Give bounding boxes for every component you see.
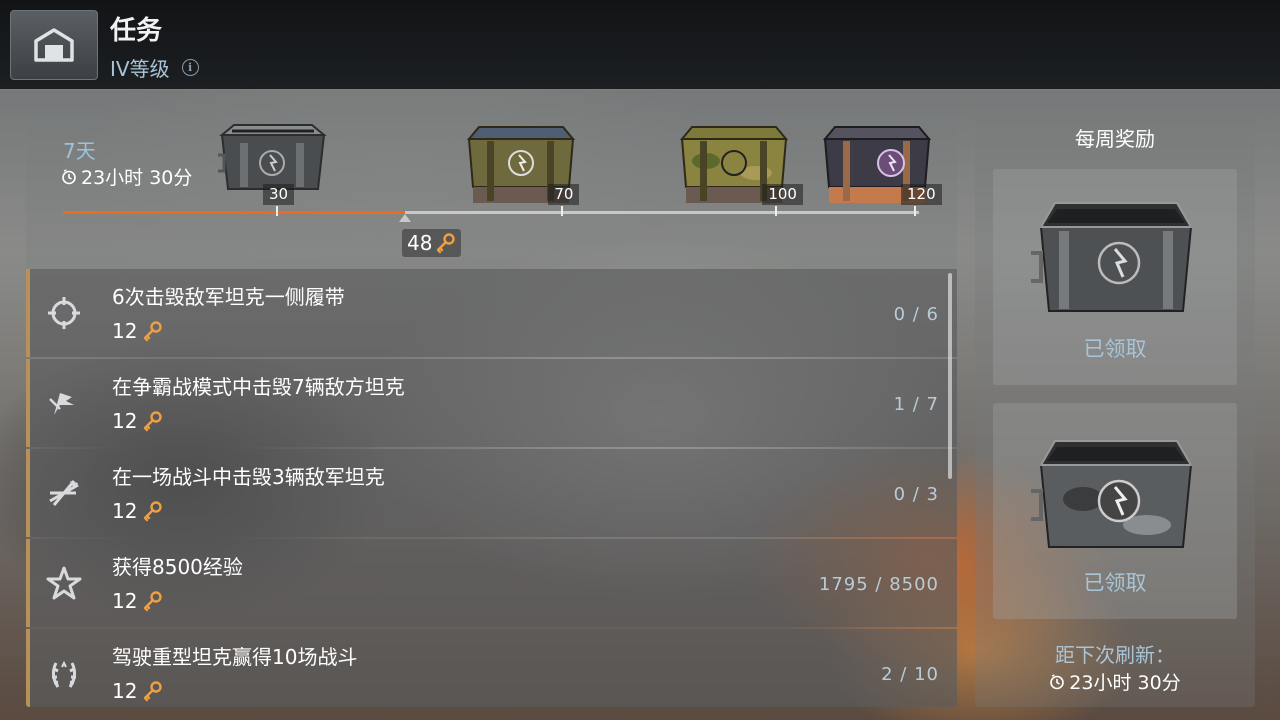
weekly-title: 每周奖励 xyxy=(1075,127,1155,151)
mission-row[interactable]: 在争霸战模式中击毁7辆敌方坦克 12 1 / 7 xyxy=(26,359,957,447)
milestone-label: 120 xyxy=(901,184,942,205)
mission-scrollbar[interactable] xyxy=(948,273,952,479)
mission-reward-value: 12 xyxy=(112,589,138,613)
mission-progress: 2 / 10 xyxy=(881,664,939,685)
mission-title: 驾驶重型坦克赢得10场战斗 xyxy=(112,645,358,669)
timer-hours: 23小时 30分 xyxy=(61,163,192,190)
mission-progress: 0 / 3 xyxy=(893,484,939,505)
key-icon xyxy=(144,411,163,432)
milestone-tick xyxy=(561,206,564,216)
key-icon xyxy=(144,681,163,702)
star-icon xyxy=(46,566,82,600)
key-icon xyxy=(144,321,163,342)
tier-label: IV等级 xyxy=(110,57,170,81)
refresh-time: 23小时 30分 xyxy=(975,668,1255,695)
key-icon xyxy=(437,233,456,254)
clock-icon xyxy=(1050,673,1065,689)
tier-row: IV等级 i xyxy=(110,53,199,82)
milestone-tick xyxy=(914,206,916,216)
key-icon xyxy=(144,591,163,612)
progress-fill xyxy=(63,211,406,214)
top-bar: 任务 IV等级 i xyxy=(0,0,1280,90)
weekly-reward-status-2: 已领取 xyxy=(1083,571,1147,595)
mission-reward: 12 xyxy=(112,409,163,433)
mission-list: 6次击毁敌军坦克一侧履带 12 0 / 6 在争霸战模式中击毁7辆敌方坦克 12 1 / … xyxy=(26,269,957,707)
garage-button[interactable] xyxy=(10,10,98,80)
mission-reward-value: 12 xyxy=(112,499,138,523)
mission-reward: 12 xyxy=(112,679,163,703)
mission-reward-value: 12 xyxy=(112,679,138,703)
flags-icon xyxy=(49,393,74,415)
camo-steel-crate-icon xyxy=(1031,440,1193,548)
refresh-label: 距下次刷新： xyxy=(1055,643,1175,667)
mission-progress: 1 / 7 xyxy=(893,394,939,415)
mission-progress: 1795 / 8500 xyxy=(818,574,939,595)
milestone-tick xyxy=(775,206,778,216)
weekly-reward-card-1[interactable]: 已领取 xyxy=(993,169,1237,385)
timer-days: 7天 xyxy=(63,139,96,163)
weekly-reward-card-2[interactable]: 已领取 xyxy=(993,403,1237,619)
milestone-label: 30 xyxy=(263,184,295,205)
crossed-arrows-icon xyxy=(49,480,79,506)
mission-title: 6次击毁敌军坦克一侧履带 xyxy=(112,285,345,309)
mission-row[interactable]: 获得8500经验 12 1795 / 8500 xyxy=(26,539,957,627)
info-icon[interactable]: i xyxy=(181,59,199,76)
timer-hours-text: 23小时 30分 xyxy=(81,167,193,189)
mission-title: 在争霸战模式中击毁7辆敌方坦克 xyxy=(112,375,405,399)
mission-reward-value: 12 xyxy=(112,409,138,433)
mission-reward: 12 xyxy=(112,589,163,613)
milestone-label: 70 xyxy=(548,184,580,205)
mission-reward: 12 xyxy=(112,499,163,523)
steel-crate-icon xyxy=(1031,202,1193,312)
current-marker-arrow xyxy=(399,214,411,222)
garage-icon xyxy=(34,28,74,62)
laurel-icon xyxy=(51,660,77,688)
key-progress-area: 7天 23小时 30分 30 70 100 120 48 xyxy=(26,103,957,269)
crosshair-icon xyxy=(48,297,80,329)
key-icon xyxy=(144,501,163,522)
mission-reward: 12 xyxy=(112,319,163,343)
refresh-time-text: 23小时 30分 xyxy=(1069,672,1181,694)
current-keys: 48 xyxy=(402,229,462,257)
clock-icon xyxy=(62,168,76,184)
missions-panel: 7天 23小时 30分 30 70 100 120 48 6次击毁敌军坦克一侧履… xyxy=(26,103,957,707)
mission-title: 获得8500经验 xyxy=(112,555,243,579)
weekly-rewards-panel: 每周奖励 已领取 已领取 距下次刷新： 23小时 30分 xyxy=(975,103,1255,707)
mission-progress: 0 / 6 xyxy=(893,304,939,325)
mission-title: 在一场战斗中击毁3辆敌军坦克 xyxy=(112,465,385,489)
milestone-label: 100 xyxy=(762,184,803,205)
progress-track xyxy=(63,211,919,214)
page-title: 任务 xyxy=(110,16,163,46)
current-keys-value: 48 xyxy=(407,231,433,255)
steel-crate-icon[interactable] xyxy=(214,121,332,193)
mission-row[interactable]: 6次击毁敌军坦克一侧履带 12 0 / 6 xyxy=(26,269,957,357)
mission-row[interactable]: 驾驶重型坦克赢得10场战斗 12 2 / 10 xyxy=(26,629,957,707)
milestone-tick xyxy=(276,206,278,216)
mission-reward-value: 12 xyxy=(112,319,138,343)
mission-row[interactable]: 在一场战斗中击毁3辆敌军坦克 12 0 / 3 xyxy=(26,449,957,537)
weekly-reward-status-1: 已领取 xyxy=(1083,337,1147,361)
